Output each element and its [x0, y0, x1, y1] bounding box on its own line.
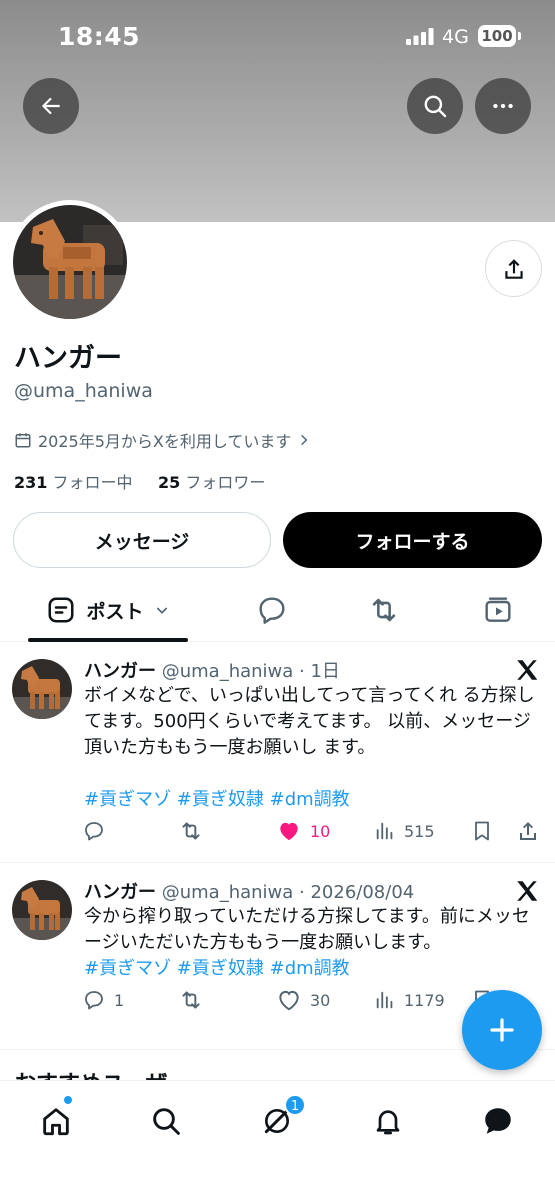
retweet-button[interactable]	[178, 816, 204, 846]
replies-tab-icon	[259, 597, 285, 624]
like-button[interactable]: 30	[276, 985, 330, 1015]
share-icon	[520, 822, 536, 840]
followers-count: 25	[157, 473, 181, 492]
profile-avatar[interactable]	[8, 200, 132, 324]
share-button[interactable]	[516, 816, 540, 846]
share-profile-button[interactable]	[485, 240, 542, 297]
followers-link[interactable]: 25 フォロワー	[158, 473, 265, 492]
follow-stats: 231 フォロー中 25 フォロワー	[14, 469, 265, 493]
views-icon	[376, 991, 393, 1009]
bottom-nav	[0, 1080, 555, 1200]
view-count: 1179	[404, 990, 445, 1010]
status-bar: 18:45 4G 100	[0, 0, 555, 74]
bookmark-icon	[475, 821, 489, 841]
x-logo-icon	[517, 660, 538, 680]
tab-replies[interactable]	[246, 580, 298, 640]
tweet-author-name[interactable]: ハンガー	[84, 661, 156, 682]
messages-icon	[485, 1108, 511, 1134]
like-count: 30	[310, 990, 331, 1010]
message-button[interactable]: メッセージ	[13, 512, 271, 568]
views-button[interactable]: 515	[374, 816, 435, 846]
reposts-tab-icon	[372, 598, 396, 622]
compose-button[interactable]	[462, 990, 542, 1070]
tweet-header: ハンガー @uma_haniwa · 2026/08/04	[84, 878, 414, 904]
profile-name: ハンガー	[14, 343, 122, 374]
follow-button[interactable]: フォローする	[283, 512, 542, 568]
chevron-right-icon	[301, 434, 308, 446]
reply-count: 1	[114, 990, 125, 1010]
explore-icon	[153, 1108, 180, 1135]
tab-reposts[interactable]	[358, 580, 410, 640]
nav-messages[interactable]	[476, 1099, 520, 1143]
followers-label: フォロワー	[185, 473, 266, 492]
tab-posts-label: ポスト	[86, 600, 144, 623]
battery-level: 100	[478, 25, 521, 47]
active-tab-indicator	[28, 638, 188, 642]
heart-icon	[280, 822, 298, 841]
tab-posts[interactable]: ポスト	[28, 580, 188, 640]
signal-icon	[406, 28, 434, 45]
notifications-icon	[376, 1110, 400, 1135]
like-button[interactable]: 10	[276, 816, 330, 846]
tweet-actions: 10 515	[82, 816, 544, 846]
retweet-button[interactable]	[178, 985, 204, 1015]
reply-button[interactable]: 1	[82, 985, 124, 1015]
recommended-users-heading: おすすめユーザー	[14, 1066, 190, 1080]
status-time: 18:45	[58, 22, 141, 51]
nav-explore[interactable]	[144, 1099, 188, 1143]
nav-home[interactable]	[34, 1099, 78, 1143]
tweet-text: 今から搾り取っていただける方探してます。前にメッセージいただいた方ももう一度お願…	[84, 906, 530, 953]
search-button[interactable]	[407, 78, 463, 134]
join-date-text: 2025年5月からXを利用しています	[38, 432, 292, 451]
nav-notifications[interactable]	[366, 1099, 410, 1143]
more-button[interactable]	[475, 78, 531, 134]
tweet-author-name[interactable]: ハンガー	[84, 882, 156, 903]
tweet-hashtags[interactable]: #貢ぎマゾ #貢ぎ奴隷 #dm調教	[84, 785, 350, 811]
tweet-item[interactable]: ハンガー @uma_haniwa · 1日 ボイメなどで、いっぱい出してって言っ…	[0, 643, 555, 863]
like-count: 10	[310, 821, 331, 841]
following-count: 231	[14, 473, 48, 492]
retweet-icon	[182, 822, 200, 840]
home-icon	[43, 1108, 69, 1136]
x-logo-icon	[517, 881, 538, 901]
back-button[interactable]	[23, 78, 79, 134]
posts-tab-icon	[48, 597, 74, 623]
home-unread-dot	[64, 1096, 72, 1104]
reply-icon	[85, 822, 103, 841]
join-date[interactable]: 2025年5月からXを利用しています	[14, 428, 311, 452]
following-label: フォロー中	[52, 473, 133, 492]
tweet-meta: @uma_haniwa · 2026/08/04	[161, 882, 415, 903]
search-icon	[424, 95, 447, 118]
heart-icon	[279, 990, 299, 1011]
plus-icon	[490, 1018, 514, 1042]
bookmark-button[interactable]	[470, 816, 494, 846]
grok-badge: 1	[284, 1094, 306, 1116]
reply-icon	[85, 991, 103, 1010]
tweet-header: ハンガー @uma_haniwa · 1日	[84, 657, 340, 683]
profile-handle: @uma_haniwa	[14, 380, 153, 402]
avatar-image	[13, 205, 127, 319]
tweet-avatar[interactable]	[12, 659, 72, 719]
more-icon	[493, 103, 513, 109]
views-icon	[376, 822, 393, 840]
reply-button[interactable]	[82, 816, 114, 846]
back-arrow-icon	[41, 97, 60, 115]
share-icon	[504, 258, 523, 279]
calendar-icon	[15, 433, 31, 448]
tweet-meta: @uma_haniwa · 1日	[161, 661, 340, 682]
tweet-hashtags[interactable]: #貢ぎマゾ #貢ぎ奴隷 #dm調教	[84, 954, 350, 980]
following-link[interactable]: 231 フォロー中	[14, 473, 133, 492]
chevron-down-icon	[156, 607, 167, 614]
tweet-text: ボイメなどで、いっぱい出してって言ってくれ る方探してます。500円くらいで考え…	[84, 685, 535, 758]
profile-tabs: ポスト	[0, 580, 555, 642]
media-tab-icon	[485, 597, 511, 622]
network-type: 4G	[442, 26, 469, 48]
views-button[interactable]: 1179	[374, 985, 445, 1015]
tweet-avatar[interactable]	[12, 880, 72, 940]
view-count: 515	[404, 821, 435, 841]
tab-media[interactable]	[472, 580, 524, 640]
retweet-icon	[182, 991, 200, 1009]
